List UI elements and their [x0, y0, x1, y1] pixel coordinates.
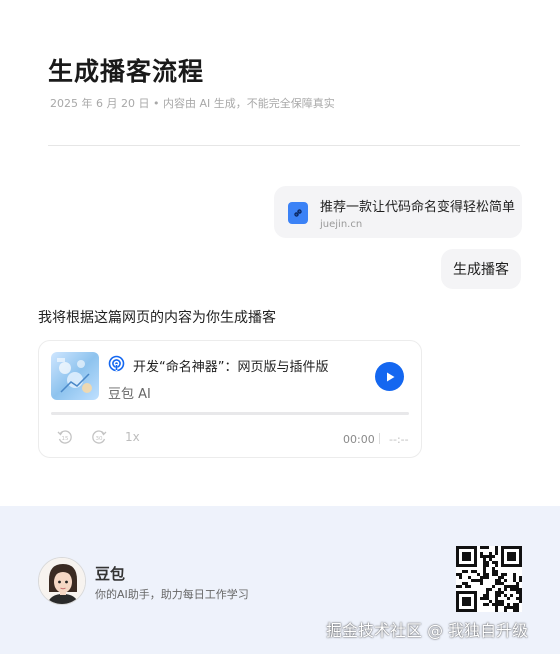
link-domain: juejin.cn [320, 219, 363, 230]
brand-name: 豆包 [95, 565, 126, 583]
article-meta: 2025 年 6 月 20 日 • 内容由 AI 生成，不能完全保障真实 [50, 97, 335, 110]
avatar [38, 557, 86, 605]
time-separator [379, 433, 380, 444]
podcast-icon [108, 355, 125, 372]
link-icon [288, 202, 308, 224]
qr-code [456, 546, 522, 612]
page-title: 生成播客流程 [48, 57, 205, 86]
watermark: 掘金技术社区 @ 我独自升级 [326, 621, 529, 640]
podcast-card[interactable]: 开发“命名神器”：网页版与插件版 豆包 AI 15 30 1x 00:00 --… [38, 340, 422, 458]
user-message-bubble: 生成播客 [441, 249, 521, 289]
footer: 豆包 你的AI助手，助力每日工作学习 掘金技术社区 @ 我独自升级 [0, 506, 560, 654]
total-time: --:-- [389, 433, 409, 446]
forward-30-icon[interactable]: 30 [90, 428, 108, 446]
play-button[interactable] [375, 362, 404, 391]
brand-tagline: 你的AI助手，助力每日工作学习 [95, 588, 249, 601]
play-icon [386, 372, 394, 381]
podcast-cover-image [51, 352, 99, 400]
speed-button[interactable]: 1x [125, 430, 140, 444]
link-title: 推荐一款让代码命名变得轻松简单 [320, 200, 515, 215]
podcast-author: 豆包 AI [108, 387, 151, 402]
podcast-title: 开发“命名神器”：网页版与插件版 [133, 360, 329, 375]
current-time: 00:00 [343, 433, 375, 446]
svg-text:30: 30 [96, 436, 103, 442]
link-card[interactable]: 推荐一款让代码命名变得轻松简单 juejin.cn [274, 186, 522, 238]
svg-text:15: 15 [62, 436, 69, 442]
assistant-reply: 我将根据这篇网页的内容为你生成播客 [38, 310, 276, 326]
rewind-15-icon[interactable]: 15 [56, 428, 74, 446]
progress-bar[interactable] [51, 412, 409, 415]
divider [48, 145, 520, 146]
